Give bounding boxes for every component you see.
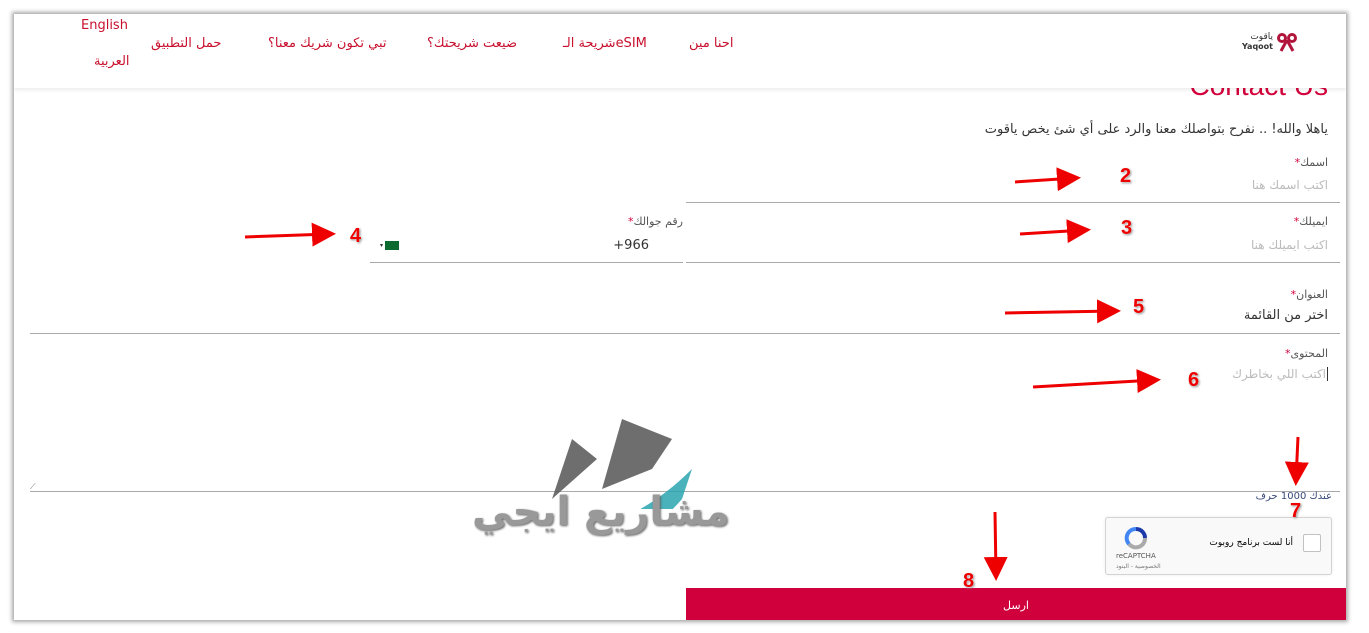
annotation-number-8: 8 bbox=[963, 570, 975, 592]
annotation-arrow-2 bbox=[1014, 167, 1081, 192]
annotation-number-6: 6 bbox=[1188, 369, 1200, 391]
annotation-number-2: 2 bbox=[1120, 165, 1132, 187]
annotation-arrow-4 bbox=[244, 222, 336, 247]
annotation-arrow-7 bbox=[1284, 436, 1309, 486]
annotation-number-7: 7 bbox=[1290, 500, 1302, 522]
annotation-arrow-8 bbox=[983, 511, 1008, 581]
annotation-number-3: 3 bbox=[1121, 217, 1133, 239]
annotation-number-5: 5 bbox=[1133, 296, 1145, 318]
annotation-arrow-3 bbox=[1019, 219, 1091, 244]
annotation-number-4: 4 bbox=[350, 225, 362, 247]
annotation-arrow-6 bbox=[1032, 369, 1161, 394]
annotation-arrow-5 bbox=[1004, 299, 1121, 324]
annotation-overlay bbox=[244, 167, 1309, 581]
